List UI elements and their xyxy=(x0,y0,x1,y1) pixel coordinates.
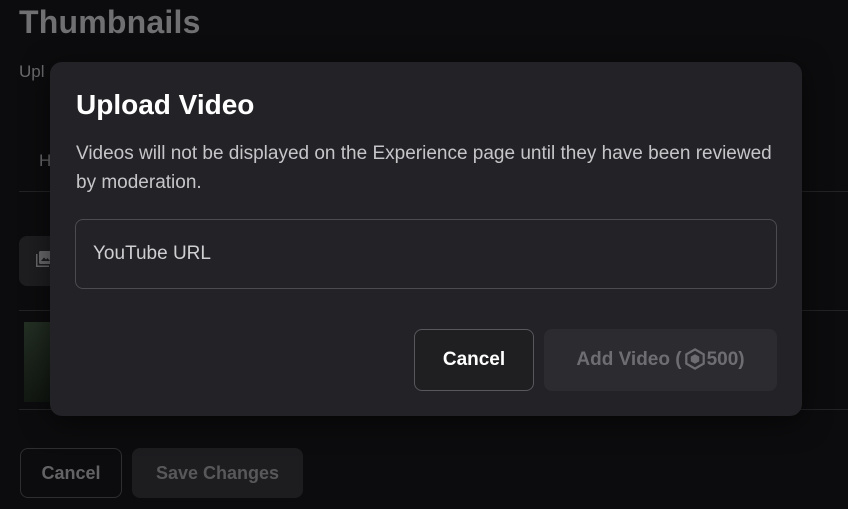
add-video-suffix: ) xyxy=(738,349,745,370)
dialog-description: Videos will not be displayed on the Expe… xyxy=(76,143,772,193)
add-video-button[interactable]: Add Video ( 500 ) xyxy=(544,329,777,391)
add-video-cost: 500 xyxy=(706,349,739,370)
page-title: Thumbnails xyxy=(19,4,201,40)
cancel-button[interactable]: Cancel xyxy=(414,329,534,391)
add-video-label: Add Video ( xyxy=(576,349,682,370)
page-subtitle: Upl xyxy=(19,62,45,81)
dialog-title: Upload Video xyxy=(76,89,255,120)
save-changes-button[interactable]: Save Changes xyxy=(132,448,303,498)
upload-video-dialog: Upload Video Videos will not be displaye… xyxy=(50,62,802,416)
youtube-url-input[interactable] xyxy=(75,219,777,289)
robux-icon xyxy=(684,348,705,370)
page: Thumbnails Upl H Cancel Save Changes Upl… xyxy=(0,0,848,509)
page-cancel-button[interactable]: Cancel xyxy=(20,448,122,498)
